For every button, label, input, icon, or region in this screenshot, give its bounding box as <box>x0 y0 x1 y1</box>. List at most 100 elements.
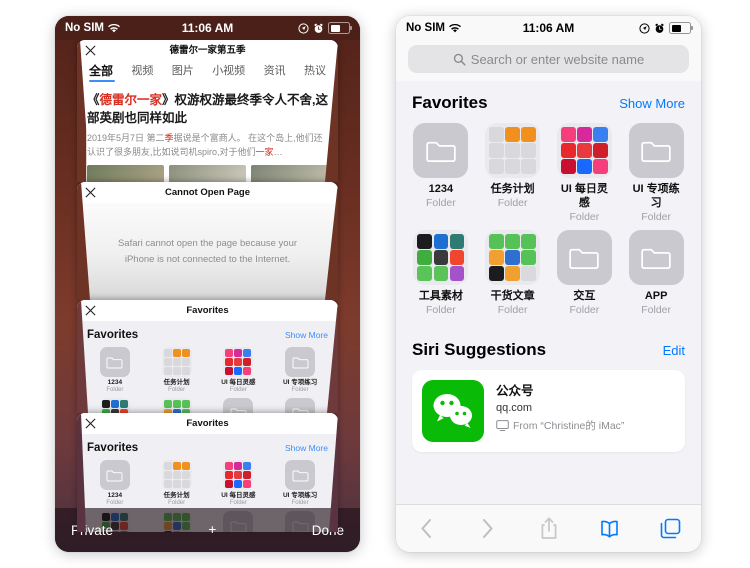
favorite-label: 1234 <box>107 379 123 386</box>
tile <box>225 367 234 375</box>
tiles-icon <box>225 462 252 488</box>
tile <box>181 367 190 375</box>
edit-button[interactable]: Edit <box>663 343 685 358</box>
favorite-item[interactable]: 任务计划 Folder <box>149 347 205 394</box>
tab-card[interactable]: Favorites Favorites Show More 1234 Folder… <box>77 300 338 413</box>
favorite-item[interactable]: UI 专项练习 Folder <box>272 460 328 507</box>
tile <box>234 358 243 366</box>
favorite-item[interactable]: UI 专项练习 Folder <box>272 347 328 394</box>
share-button[interactable] <box>518 517 579 540</box>
tile <box>172 471 181 479</box>
favorite-sublabel: Folder <box>569 303 600 316</box>
private-button[interactable]: Private <box>71 523 113 538</box>
favorite-item[interactable]: 1234 Folder <box>87 347 143 394</box>
tile <box>181 471 190 479</box>
news-tab-0[interactable]: 全部 <box>89 62 113 82</box>
favorite-label: UI 每日灵感 <box>221 379 256 386</box>
siri-suggestion-card[interactable]: 公众号 qq.com From “Christine的 iMac” <box>412 369 685 452</box>
siri-url: qq.com <box>496 401 533 414</box>
tile <box>172 349 181 357</box>
news-thumbnail[interactable] <box>87 165 164 182</box>
tile <box>243 462 252 470</box>
favorites-mini-grid: 1234 Folder 任务计划 Folder UI 每日灵感 Folder UI 专项练习… <box>87 347 328 413</box>
tab-card-body: Favorites Show More 1234 Folder 任务计划 Folder… <box>77 321 338 413</box>
favorite-icon <box>628 123 684 178</box>
favorite-item[interactable]: UI 每日灵感 Folder <box>211 347 267 394</box>
show-more-link[interactable]: Show More <box>285 443 328 453</box>
tab-card[interactable]: 德雷尔一家第五季 全部 视频 图片 小视频 资讯 热议 《德雷尔一家》权游权游最… <box>77 40 338 182</box>
favorite-label: 交互 <box>573 290 596 303</box>
favorite-item[interactable]: 工具素材Folder <box>412 230 470 317</box>
tile <box>163 480 172 488</box>
tab-card-header: Cannot Open Page <box>77 182 338 203</box>
news-tab-2[interactable]: 图片 <box>172 62 194 82</box>
news-thumbnail[interactable] <box>251 165 328 182</box>
share-icon <box>541 517 556 539</box>
favorite-item[interactable]: 1234 Folder <box>87 460 143 507</box>
tile <box>163 400 172 409</box>
show-more-link[interactable]: Show More <box>619 96 685 111</box>
search-input[interactable]: Search or enter website name <box>408 45 689 73</box>
search-icon <box>453 53 466 65</box>
favorite-item[interactable]: 交互Folder <box>556 230 614 317</box>
tab-card[interactable]: Cannot Open Page Safari cannot open the … <box>77 182 338 300</box>
favorite-icon <box>223 347 254 377</box>
favorite-item[interactable]: APPFolder <box>627 230 685 317</box>
news-tab-5[interactable]: 热议 <box>304 62 326 82</box>
snippet-tail: … <box>273 147 283 158</box>
favorite-label: UI 专项练习 <box>282 379 318 386</box>
favorite-sublabel: Folder <box>291 387 309 394</box>
tile <box>560 127 576 142</box>
favorite-sublabel: Folder <box>425 196 456 209</box>
favorite-item[interactable]: 任务计划 Folder <box>149 460 205 507</box>
tile <box>163 462 172 470</box>
favorite-label: 1234 <box>428 183 454 195</box>
tile <box>505 159 520 174</box>
wifi-icon <box>449 23 461 32</box>
tile <box>489 250 504 265</box>
tabs-button[interactable] <box>640 518 701 539</box>
news-headline[interactable]: 《德雷尔一家》权游权游最终季令人不舍,这部英剧也同样如此 <box>87 91 328 127</box>
favorites-mini-header: Favorites Show More <box>87 442 328 454</box>
tile <box>521 266 537 282</box>
favorite-item[interactable]: 1234 Folder <box>412 123 470 224</box>
left-status-bar: No SIM 11:06 AM <box>55 16 360 40</box>
cannot-open-page: Safari cannot open the page because your… <box>77 203 338 300</box>
back-button[interactable] <box>396 518 457 539</box>
favorite-item[interactable]: UI 专项练习 Folder <box>627 123 685 224</box>
tile <box>163 358 172 366</box>
tile <box>225 471 234 479</box>
favorite-item[interactable]: APPFolder <box>272 398 328 413</box>
status-left: No SIM <box>406 22 461 34</box>
favorite-item[interactable]: UI 每日灵感 Folder <box>211 460 267 507</box>
news-thumbnail[interactable] <box>169 165 246 182</box>
favorite-item[interactable]: 干货文章Folder <box>149 398 205 413</box>
favorite-sublabel: Folder <box>425 303 456 316</box>
news-tab-bar: 全部 视频 图片 小视频 资讯 热议 <box>87 61 328 82</box>
news-tab-1[interactable]: 视频 <box>131 62 153 82</box>
favorite-item[interactable]: 工具素材Folder <box>87 398 143 413</box>
forward-button[interactable] <box>457 518 518 539</box>
tiles-icon <box>163 400 190 413</box>
done-button[interactable]: Done <box>312 523 344 538</box>
tile <box>489 127 504 142</box>
tile <box>433 250 449 265</box>
tab-card-header: 德雷尔一家第五季 <box>77 40 338 61</box>
bookmarks-button[interactable] <box>579 520 640 538</box>
favorites-mini-title: Favorites <box>87 329 139 341</box>
favorite-item[interactable]: 任务计划 Folder <box>484 123 542 224</box>
plus-icon[interactable]: + <box>208 523 216 537</box>
favorite-label: 1234 <box>107 492 123 499</box>
favorite-item[interactable]: 干货文章Folder <box>484 230 542 317</box>
news-tab-3[interactable]: 小视频 <box>212 62 245 82</box>
tile <box>234 480 243 488</box>
show-more-link[interactable]: Show More <box>285 330 328 340</box>
chevron-left-icon <box>421 519 431 538</box>
tile <box>505 127 520 142</box>
news-tab-4[interactable]: 资讯 <box>264 62 286 82</box>
tile <box>417 250 433 265</box>
tile <box>505 143 520 158</box>
favorite-item[interactable]: UI 每日灵感 Folder <box>556 123 614 224</box>
favorite-icon <box>628 230 684 286</box>
favorite-item[interactable]: 交互Folder <box>211 398 267 413</box>
